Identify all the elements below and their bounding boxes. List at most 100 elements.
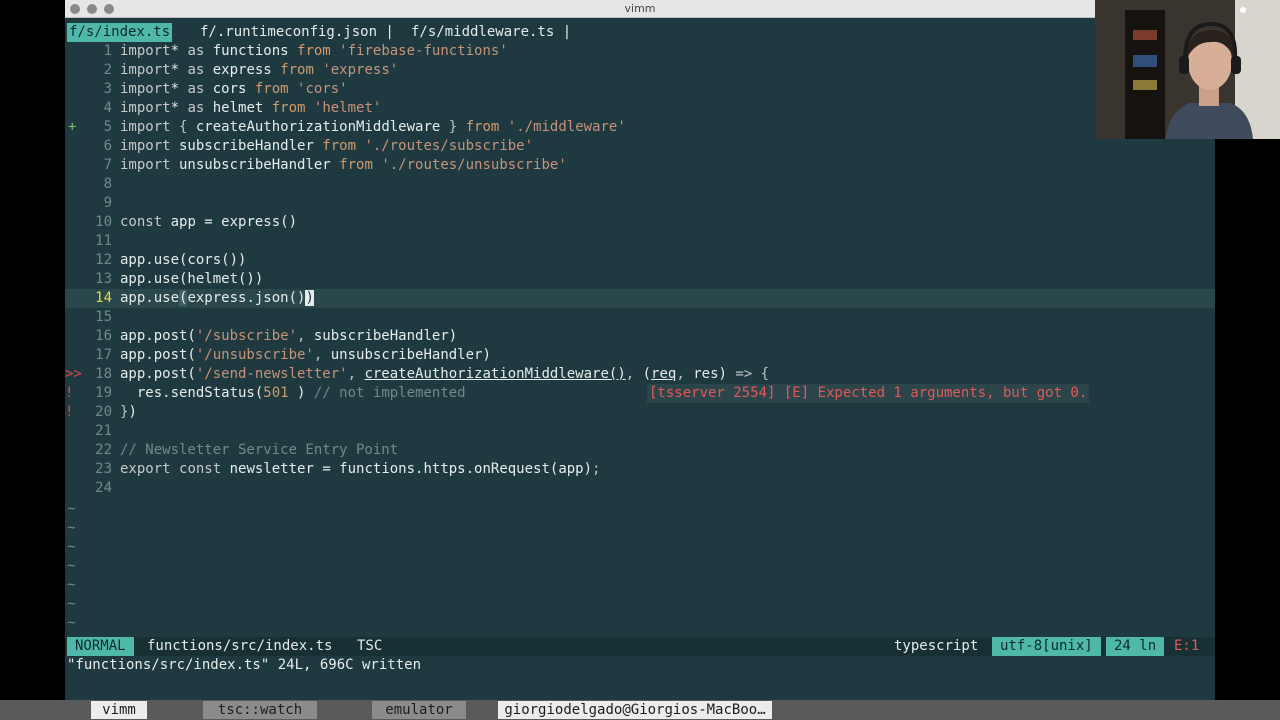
- code-token: req: [651, 366, 677, 382]
- code-line[interactable]: 6 import subscribeHandler from './routes/…: [65, 137, 1215, 156]
- code-line[interactable]: >> 18 app.post('/send-newsletter', createA…: [65, 365, 1215, 384]
- code-token: // not implemented: [313, 385, 466, 401]
- empty-buffer-line: ~: [65, 614, 1215, 633]
- code-line[interactable]: 2 import* as express from 'express': [65, 61, 1215, 80]
- webcam-overlay: [1095, 0, 1280, 139]
- line-number: 16: [95, 328, 112, 344]
- code-line[interactable]: 15: [65, 308, 1215, 327]
- code-token: import: [120, 81, 171, 97]
- status-filetype: typescript: [894, 638, 979, 654]
- code-text[interactable]: const app = express(): [120, 213, 297, 232]
- vim-tabline: f/s/index.ts f/.runtimeconfig.json | f/s…: [65, 23, 1215, 42]
- line-number: 21: [95, 423, 112, 439]
- code-token: as: [187, 43, 205, 59]
- code-editor[interactable]: 1 import* as functions from 'firebase-fun…: [65, 42, 1215, 637]
- code-token: subscribeHandler: [170, 138, 323, 154]
- code-text[interactable]: import* as functions from 'firebase-func…: [120, 42, 508, 61]
- line-number: 13: [95, 271, 112, 287]
- code-line[interactable]: +5 import { createAuthorizationMiddleware…: [65, 118, 1215, 137]
- code-text[interactable]: app.use(express.json()): [120, 289, 314, 308]
- mode-indicator: NORMAL: [67, 637, 134, 656]
- line-number: 3: [103, 81, 112, 97]
- tab-runtimeconfig-json[interactable]: f/.runtimeconfig.json |: [198, 23, 396, 42]
- code-line[interactable]: 9: [65, 194, 1215, 213]
- code-text[interactable]: export const newsletter = functions.http…: [120, 460, 600, 479]
- code-token: './middleware': [507, 119, 626, 135]
- code-token: unsubscribeHandler: [170, 157, 340, 173]
- code-token: express: [204, 62, 281, 78]
- code-line[interactable]: 17 app.post('/unsubscribe', unsubscribeHa…: [65, 346, 1215, 365]
- line-number: 20: [95, 404, 112, 420]
- code-text[interactable]: res.sendStatus(501 ) // not implemented: [120, 384, 466, 403]
- code-token: '/subscribe': [195, 328, 298, 344]
- tmux-window-emulator[interactable]: emulator: [372, 701, 466, 719]
- code-token: from: [254, 81, 289, 97]
- code-line[interactable]: 10 const app = express(): [65, 213, 1215, 232]
- command-line[interactable]: "functions/src/index.ts" 24L, 696C writt…: [67, 656, 421, 675]
- code-token: ): [305, 290, 314, 306]
- code-token: app.post(: [120, 328, 196, 344]
- code-line[interactable]: 16 app.post('/subscribe', subscribeHandle…: [65, 327, 1215, 346]
- code-text[interactable]: import subscribeHandler from './routes/s…: [120, 137, 533, 156]
- code-text[interactable]: app.use(helmet()): [120, 270, 263, 289]
- code-line[interactable]: 24: [65, 479, 1215, 498]
- code-line[interactable]: 8: [65, 175, 1215, 194]
- code-text[interactable]: app.use(cors()): [120, 251, 246, 270]
- code-token: express.json(): [187, 290, 306, 306]
- terminal-window: vimm f/s/index.ts f/.runtimeconfig.json …: [65, 0, 1215, 720]
- code-text[interactable]: import { createAuthorizationMiddleware }…: [120, 118, 626, 137]
- empty-buffer-line: ~: [65, 519, 1215, 538]
- code-line[interactable]: 11: [65, 232, 1215, 251]
- code-line[interactable]: 3 import* as cors from 'cors': [65, 80, 1215, 99]
- empty-buffer-line: ~: [65, 557, 1215, 576]
- line-number: 22: [95, 442, 112, 458]
- code-token: './routes/unsubscribe': [381, 157, 567, 173]
- status-error-count: E:1: [1174, 638, 1200, 654]
- code-text[interactable]: import unsubscribeHandler from './routes…: [120, 156, 567, 175]
- code-text[interactable]: app.post('/subscribe', subscribeHandler): [120, 327, 457, 346]
- code-line[interactable]: ! 19 res.sendStatus(501 ) // not implemen…: [65, 384, 1215, 403]
- line-number: 11: [95, 233, 112, 249]
- code-text[interactable]: import* as helmet from 'helmet': [120, 99, 381, 118]
- tilde-marker: ~: [67, 501, 76, 517]
- code-token: app.use(cors()): [120, 252, 247, 268]
- diagnostic-sign: !: [65, 385, 74, 401]
- code-line[interactable]: 4 import* as helmet from 'helmet': [65, 99, 1215, 118]
- line-number: 2: [103, 62, 112, 78]
- tmux-status-bar: vimm tsc::watch emulator giorgiodelgado@…: [0, 700, 1280, 720]
- code-text[interactable]: app.post('/send-newsletter', createAutho…: [120, 365, 769, 384]
- code-token: from: [271, 100, 306, 116]
- tab-middleware-ts[interactable]: f/s/middleware.ts |: [409, 23, 573, 42]
- code-text[interactable]: // Newsletter Service Entry Point: [120, 441, 398, 460]
- code-line[interactable]: 12 app.use(cors()): [65, 251, 1215, 270]
- person-video-image: [1095, 0, 1280, 139]
- line-number: 8: [103, 176, 112, 192]
- line-number: 10: [95, 214, 112, 230]
- tab-index-ts[interactable]: f/s/index.ts: [67, 23, 173, 42]
- code-line[interactable]: 7 import unsubscribeHandler from './route…: [65, 156, 1215, 175]
- line-number: 6: [103, 138, 112, 154]
- code-token: *: [170, 62, 188, 78]
- code-line[interactable]: 21: [65, 422, 1215, 441]
- tmux-window-tsc-watch[interactable]: tsc::watch: [203, 701, 317, 719]
- code-text[interactable]: import* as express from 'express': [120, 61, 398, 80]
- code-line[interactable]: 14 app.use(express.json()): [65, 289, 1215, 308]
- code-token: 'express': [322, 62, 399, 78]
- tmux-window-vimm[interactable]: vimm: [91, 701, 147, 719]
- tilde-marker: ~: [67, 539, 76, 555]
- code-token: app.post(: [120, 366, 196, 382]
- code-text[interactable]: }): [120, 403, 137, 422]
- code-line[interactable]: 23 export const newsletter = functions.ht…: [65, 460, 1215, 479]
- vim-statusline: NORMAL functions/src/index.ts TSC typesc…: [65, 637, 1215, 656]
- code-line[interactable]: ! 20}): [65, 403, 1215, 422]
- code-token: ;: [592, 461, 601, 477]
- code-line[interactable]: 13 app.use(helmet()): [65, 270, 1215, 289]
- code-line[interactable]: 1 import* as functions from 'firebase-fun…: [65, 42, 1215, 61]
- code-text[interactable]: app.post('/unsubscribe', unsubscribeHand…: [120, 346, 491, 365]
- line-number: 23: [95, 461, 112, 477]
- code-line[interactable]: 22 // Newsletter Service Entry Point: [65, 441, 1215, 460]
- code-text[interactable]: import* as cors from 'cors': [120, 80, 348, 99]
